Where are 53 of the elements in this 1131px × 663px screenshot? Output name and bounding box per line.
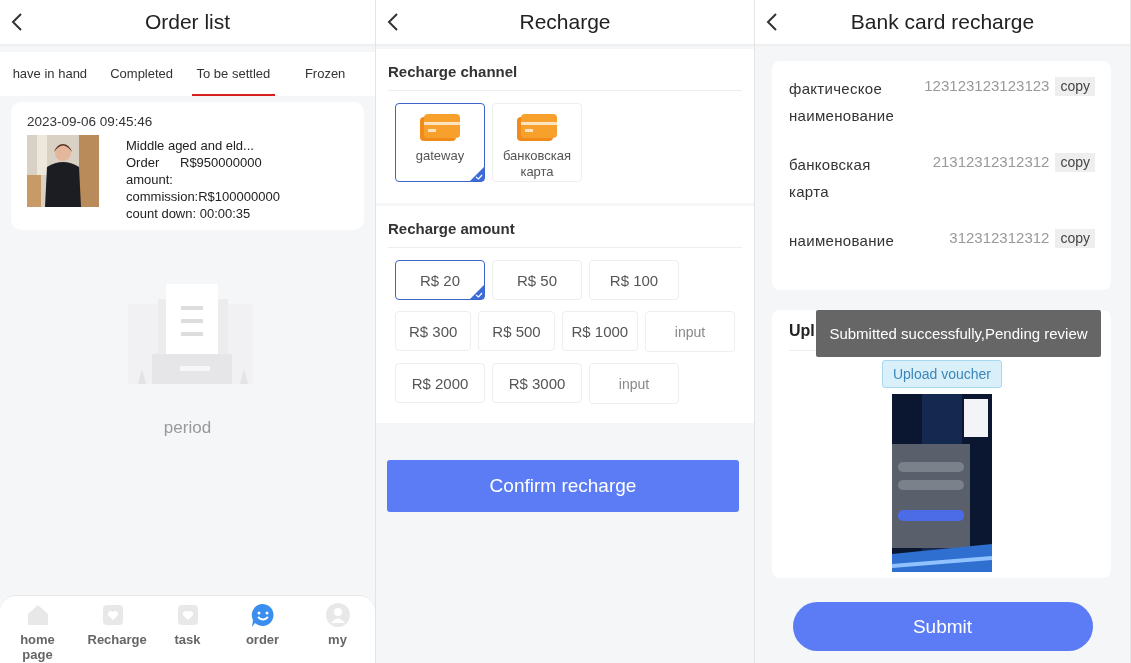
back-icon[interactable] — [765, 13, 779, 31]
field-value: 312312312312 — [948, 228, 1050, 248]
channel-option[interactable]: банковская карта — [492, 103, 582, 182]
nav-item[interactable]: task — [150, 596, 225, 663]
tab[interactable]: Frozen — [283, 52, 367, 96]
toast-message: Submitted successfully,Pending review — [816, 310, 1101, 357]
amount-input[interactable]: input — [645, 311, 735, 352]
back-icon[interactable] — [10, 13, 24, 31]
order-amount-label: Order amount: — [126, 154, 174, 188]
card-icon — [517, 114, 557, 142]
amount-option[interactable]: R$ 1000 — [561, 311, 638, 351]
tab[interactable]: To be settled — [191, 52, 276, 96]
field-label: наименование — [789, 231, 896, 251]
page-title: Bank card recharge — [850, 10, 1035, 34]
confirm-button[interactable]: Confirm recharge — [387, 460, 739, 512]
field-value: 123123123123123 — [923, 76, 1050, 96]
submit-button[interactable]: Submit — [792, 602, 1093, 651]
copy-button[interactable]: copy — [1055, 229, 1095, 248]
smiley-chat-icon[interactable] — [249, 602, 276, 628]
copy-button[interactable]: copy — [1055, 77, 1095, 96]
card-icon — [420, 114, 460, 142]
empty-text: period — [163, 418, 212, 438]
check-corner-icon — [470, 167, 484, 181]
channel-option[interactable]: gateway — [395, 103, 485, 182]
section-title: Recharge channel — [388, 49, 742, 91]
field-label: банковская карта — [789, 155, 872, 202]
nav-item[interactable]: order — [225, 596, 300, 663]
check-corner-icon — [470, 285, 484, 299]
product-name: Middle aged and eld... — [126, 137, 255, 154]
amount-option[interactable]: R$ 300 — [395, 311, 472, 351]
order-time: 2023-09-06 09:45:46 — [27, 114, 154, 129]
page-title: Recharge — [519, 10, 611, 34]
field-label: фактическое наименование — [789, 79, 896, 126]
section-title: Recharge amount — [388, 206, 742, 248]
commission: commission:R$100000000 — [126, 188, 280, 205]
amount-option[interactable]: R$ 50 — [492, 260, 582, 300]
nav-item[interactable]: my — [300, 596, 375, 663]
nav-item[interactable]: Recharge — [75, 596, 150, 663]
amount-option[interactable]: R$ 2000 — [395, 363, 485, 403]
field-value: 21312312312312 — [931, 152, 1050, 172]
tab[interactable]: Completed — [99, 52, 184, 96]
amount-input[interactable]: input — [589, 363, 679, 404]
order-amount: R$950000000 — [180, 154, 263, 172]
amount-option[interactable]: R$ 20 — [395, 260, 485, 300]
back-icon[interactable] — [386, 13, 400, 31]
page-title: Order list — [144, 10, 231, 34]
nav-item[interactable]: home page — [0, 596, 75, 663]
tab[interactable]: have in hand — [8, 52, 92, 96]
amount-option[interactable]: R$ 100 — [589, 260, 679, 300]
copy-button[interactable]: copy — [1055, 153, 1095, 172]
amount-option[interactable]: R$ 500 — [478, 311, 555, 351]
amount-option[interactable]: R$ 3000 — [492, 363, 582, 403]
count-down: count down: 00:00:35 — [126, 205, 252, 222]
